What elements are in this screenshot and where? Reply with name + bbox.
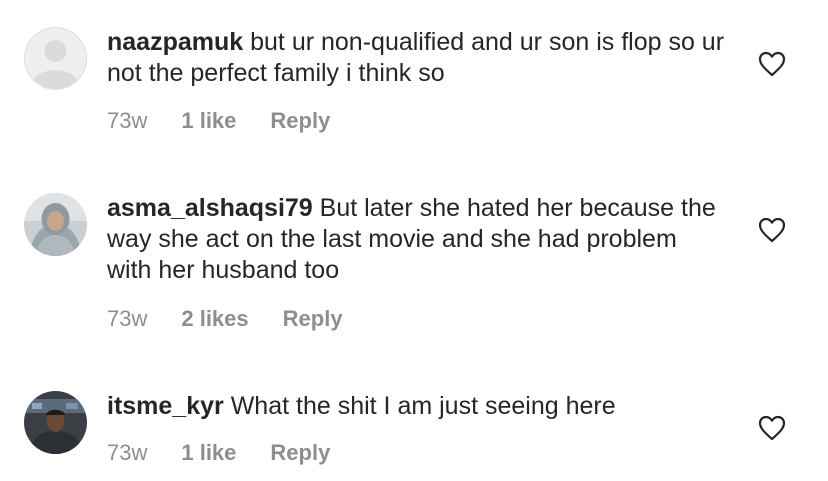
comment-timestamp: 73w: [107, 306, 148, 331]
comment-likes[interactable]: 1 like: [181, 108, 236, 134]
comment-body: What the shit I am just seeing here: [230, 392, 616, 420]
user-photo: [24, 193, 87, 256]
heart-icon: [758, 51, 786, 77]
comment-meta: 73w 2 likes Reply: [107, 306, 343, 332]
avatar[interactable]: [24, 27, 87, 90]
reply-button[interactable]: Reply: [283, 306, 343, 332]
like-button[interactable]: [758, 415, 786, 441]
comment-likes[interactable]: 1 like: [181, 440, 236, 466]
comment-timestamp: 73w: [107, 108, 148, 133]
comment-meta: 73w 1 like Reply: [107, 440, 330, 466]
comment-meta: 73w 1 like Reply: [107, 108, 330, 134]
reply-button[interactable]: Reply: [270, 108, 330, 134]
comment-text: asma_alshaqsi79 But later she hated her …: [107, 193, 727, 286]
like-button[interactable]: [758, 51, 786, 77]
default-avatar-icon: [24, 27, 87, 90]
like-button[interactable]: [758, 217, 786, 243]
avatar[interactable]: [24, 193, 87, 256]
avatar[interactable]: [24, 391, 87, 454]
heart-icon: [758, 217, 786, 243]
comment-timestamp: 73w: [107, 440, 148, 465]
comment-username[interactable]: asma_alshaqsi79: [107, 194, 313, 222]
comment-username[interactable]: naazpamuk: [107, 28, 243, 56]
comment-text: naazpamuk but ur non-qualified and ur so…: [107, 27, 727, 89]
comment-likes[interactable]: 2 likes: [181, 306, 248, 332]
comment-text: itsme_kyr What the shit I am just seeing…: [107, 391, 727, 422]
comment-username[interactable]: itsme_kyr: [107, 392, 224, 420]
heart-icon: [758, 415, 786, 441]
reply-button[interactable]: Reply: [270, 440, 330, 466]
user-photo: [24, 391, 87, 454]
